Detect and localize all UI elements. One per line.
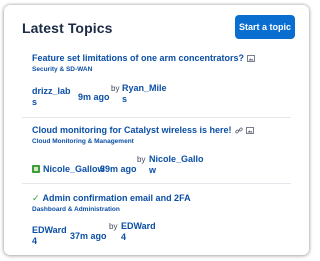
topic-category-link[interactable]: Security & SD-WAN (32, 66, 92, 73)
link-icon (234, 126, 243, 136)
author-name-line[interactable]: drizz_lab (32, 86, 71, 97)
topic-author-link[interactable]: EDWard 4 (32, 225, 67, 247)
topic-title-link[interactable]: ✓ Admin confirmation email and 2FA (32, 193, 191, 204)
by-label: by (137, 155, 146, 164)
topic-title-link[interactable]: Feature set limitations of one arm conce… (32, 53, 255, 64)
start-topic-button[interactable]: Start a topic (235, 15, 295, 39)
last-poster-line[interactable]: 4 (121, 232, 156, 243)
topic-title-text[interactable]: Feature set limitations of one arm conce… (32, 53, 244, 63)
avatar (32, 165, 40, 173)
last-poster-line[interactable]: Nicole_Gallo (149, 154, 204, 165)
divider (22, 183, 291, 184)
topic-title-link[interactable]: Cloud monitoring for Catalyst wireless i… (32, 125, 254, 136)
author-name-line[interactable]: EDWard (32, 225, 67, 236)
topic-author-link[interactable]: Nicole_Gallow (32, 164, 105, 175)
solved-check-icon: ✓ (32, 193, 40, 203)
last-poster-link[interactable]: Ryan_Mile s (122, 83, 167, 105)
topic-time[interactable]: 37m ago (70, 231, 107, 242)
topic-category-link[interactable]: Dashboard & Administration (32, 206, 120, 213)
author-name-line[interactable]: 4 (32, 236, 67, 247)
topic-title-text[interactable]: Admin confirmation email and 2FA (43, 193, 191, 203)
last-poster-link[interactable]: EDWard 4 (121, 221, 156, 243)
last-poster-line[interactable]: w (149, 165, 204, 176)
image-icon (247, 54, 255, 64)
by-label: by (109, 222, 118, 231)
by-label: by (111, 84, 120, 93)
author-name[interactable]: Nicole_Gallow (43, 164, 105, 174)
image-icon (245, 126, 254, 136)
last-poster-line[interactable]: s (122, 94, 167, 105)
topic-category-link[interactable]: Cloud Monitoring & Management (32, 138, 134, 145)
last-poster-line[interactable]: Ryan_Mile (122, 83, 167, 94)
topic-author-link[interactable]: drizz_lab s (32, 86, 71, 108)
author-name-line[interactable]: s (32, 97, 71, 108)
last-poster-link[interactable]: Nicole_Gallo w (149, 154, 204, 176)
topic-title-text[interactable]: Cloud monitoring for Catalyst wireless i… (32, 125, 232, 135)
widget-header: Latest Topics Start a topic (4, 5, 309, 43)
latest-topics-widget: Latest Topics Start a topic Feature set … (4, 5, 309, 255)
last-poster-line[interactable]: EDWard (121, 221, 156, 232)
topic-time[interactable]: 39m ago (100, 164, 137, 175)
topic-time[interactable]: 9m ago (78, 92, 110, 103)
divider (22, 117, 291, 118)
widget-title: Latest Topics (22, 20, 113, 36)
